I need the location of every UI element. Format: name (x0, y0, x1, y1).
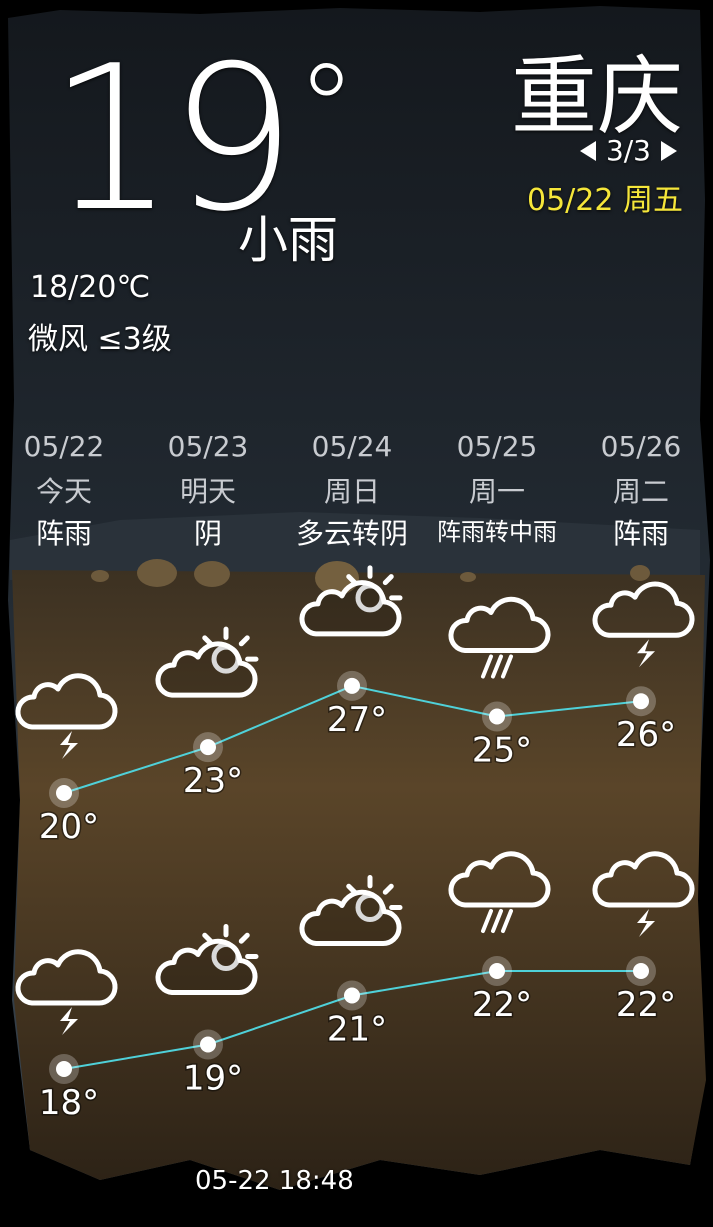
forecast-day[interactable]: 05/25 周一阵雨转中雨 (425, 430, 569, 547)
forecast-date: 05/26 (600, 430, 682, 463)
update-time: 05-22 18:48 (195, 1166, 354, 1196)
next-city-arrow-icon[interactable] (661, 140, 677, 161)
forecast-date: 05/24 (311, 430, 393, 463)
forecast-weekday: 明天 (179, 475, 236, 508)
forecast-day[interactable]: 05/23 明天阴 (136, 430, 280, 552)
current-condition: 小雨 (238, 211, 338, 269)
previous-city-arrow-icon[interactable] (579, 140, 596, 161)
forecast-condition: 阴 (193, 517, 222, 550)
forecast-date: 05/22 (23, 430, 105, 463)
city-pager: 3/3 (579, 134, 677, 167)
wind-info: 微风 ≤3级 (28, 322, 172, 357)
forecast-day[interactable]: 05/26 周二阵雨 (569, 430, 713, 552)
forecast-weekday: 周二 (612, 475, 669, 508)
forecast-condition: 阵雨转中雨 (437, 518, 557, 546)
degree-symbol: ° (296, 40, 357, 179)
forecast-weekday: 周日 (323, 475, 380, 508)
forecast-condition: 阵雨 (612, 517, 669, 550)
forecast-date: 05/23 (167, 430, 249, 463)
temperature-range: 18/20℃ (30, 270, 151, 305)
pager-label: 3/3 (605, 134, 651, 167)
forecast-condition: 多云转阴 (295, 517, 408, 550)
forecast-date: 05/25 (456, 430, 538, 463)
city-name[interactable]: 重庆 (511, 26, 683, 151)
forecast-day[interactable]: 05/22 今天阵雨 (0, 430, 136, 552)
forecast-condition: 阵雨 (35, 517, 92, 550)
today-date: 05/22 周五 (527, 183, 683, 218)
forecast-day[interactable]: 05/24 周日多云转阴 (280, 430, 424, 552)
forecast-weekday: 周一 (468, 475, 525, 508)
forecast-weekday: 今天 (35, 475, 92, 508)
